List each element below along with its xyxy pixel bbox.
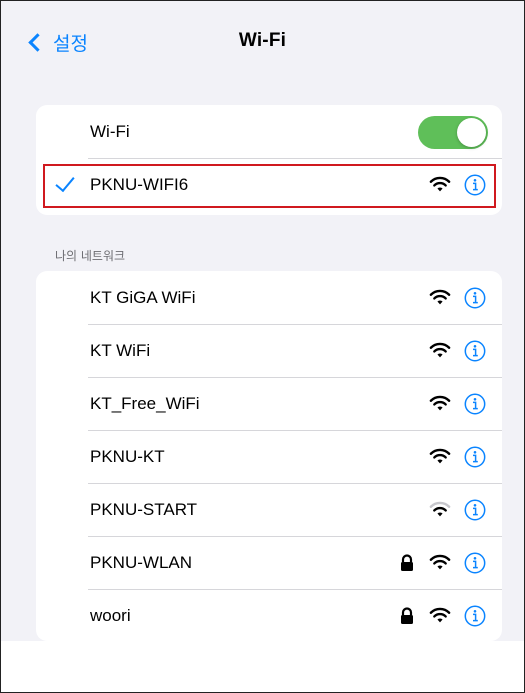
page-title: Wi-Fi xyxy=(238,30,287,51)
info-icon[interactable] xyxy=(464,446,486,468)
network-row-pknu-start[interactable]: PKNU-START xyxy=(36,483,502,536)
info-icon[interactable] xyxy=(464,340,486,362)
connected-network-row[interactable]: PKNU-WIFI6 xyxy=(36,158,502,211)
info-icon[interactable] xyxy=(464,605,486,627)
wifi-signal-icon xyxy=(429,289,451,305)
section-header-my-networks: 나의 네트워크 xyxy=(55,249,126,263)
lock-icon xyxy=(401,553,413,571)
wifi-status-group: Wi-Fi PKNU-WIFI6 xyxy=(36,105,502,215)
wifi-signal-icon xyxy=(429,607,451,623)
wifi-signal-icon xyxy=(429,448,451,464)
wifi-signal-icon xyxy=(429,342,451,358)
network-name: KT WiFi xyxy=(90,340,151,360)
network-row-kt-wifi[interactable]: KT WiFi xyxy=(36,324,502,377)
navigation-bar: 설정 Wi-Fi xyxy=(1,1,524,91)
lock-icon xyxy=(401,606,413,624)
checkmark-icon xyxy=(55,171,75,193)
network-row-kt-free-wifi[interactable]: KT_Free_WiFi xyxy=(36,377,502,430)
connected-network-name: PKNU-WIFI6 xyxy=(90,174,189,194)
network-row-woori[interactable]: woori xyxy=(36,589,502,641)
settings-window: 설정 Wi-Fi Wi-Fi PKNU-WIFI6 나의 네트워크 KT GiG… xyxy=(0,0,525,693)
network-name: KT GiGA WiFi xyxy=(90,287,196,307)
network-name: PKNU-START xyxy=(90,499,198,519)
info-icon[interactable] xyxy=(464,287,486,309)
my-networks-list: KT GiGA WiFi KT WiFi KT_Free_WiFi PKNU-K… xyxy=(36,271,502,641)
wifi-signal-icon xyxy=(429,501,451,517)
network-name: PKNU-KT xyxy=(90,446,165,466)
info-icon[interactable] xyxy=(464,552,486,574)
info-icon[interactable] xyxy=(464,174,486,196)
wifi-signal-icon xyxy=(429,554,451,570)
toggle-knob xyxy=(457,118,486,147)
wifi-toggle-row: Wi-Fi xyxy=(36,105,502,158)
network-name: PKNU-WLAN xyxy=(90,552,193,572)
network-row-kt-giga-wifi[interactable]: KT GiGA WiFi xyxy=(36,271,502,324)
network-row-pknu-kt[interactable]: PKNU-KT xyxy=(36,430,502,483)
info-icon[interactable] xyxy=(464,393,486,415)
wifi-signal-icon xyxy=(429,176,451,192)
network-name: woori xyxy=(90,605,131,625)
network-name: KT_Free_WiFi xyxy=(90,393,200,413)
info-icon[interactable] xyxy=(464,499,486,521)
wifi-signal-icon xyxy=(429,395,451,411)
bottom-blank-area xyxy=(1,641,524,692)
wifi-toggle-switch[interactable] xyxy=(418,116,488,149)
network-row-pknu-wlan[interactable]: PKNU-WLAN xyxy=(36,536,502,589)
wifi-toggle-label: Wi-Fi xyxy=(90,121,130,141)
